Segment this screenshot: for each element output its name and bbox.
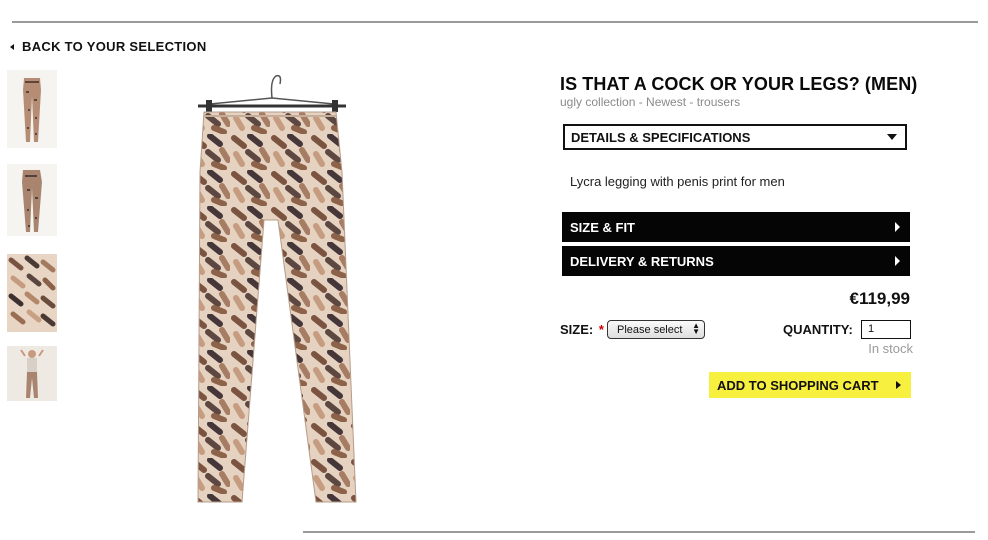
main-product-image <box>70 62 490 512</box>
bottom-divider <box>303 531 975 533</box>
thumbnail-print-detail[interactable] <box>7 254 57 332</box>
quantity-input[interactable]: 1 <box>861 320 911 339</box>
back-link-label: BACK TO YOUR SELECTION <box>22 39 207 54</box>
details-specifications-toggle[interactable]: DETAILS & SPECIFICATIONS <box>563 124 907 150</box>
size-fit-toggle[interactable]: SIZE & FIT <box>562 212 910 242</box>
chevron-right-icon <box>896 381 901 389</box>
stock-status: In stock <box>868 341 913 356</box>
select-arrows-icon: ▲ ▼ <box>692 321 700 336</box>
breadcrumb[interactable]: ugly collection - Newest - trousers <box>560 95 740 109</box>
required-asterisk: * <box>598 322 604 337</box>
add-to-cart-button[interactable]: ADD TO SHOPPING CART <box>709 372 911 398</box>
product-title: IS THAT A COCK OR YOUR LEGS? (MEN) <box>560 74 918 94</box>
thumbnail-leggings-back[interactable] <box>7 164 57 236</box>
chevron-right-icon <box>895 222 900 232</box>
back-to-selection-link[interactable]: BACK TO YOUR SELECTION <box>10 39 207 54</box>
details-label: DETAILS & SPECIFICATIONS <box>571 129 751 145</box>
top-divider <box>12 21 978 23</box>
size-label: SIZE: * <box>560 322 604 337</box>
size-label-text: SIZE: <box>560 322 594 337</box>
size-fit-label: SIZE & FIT <box>570 219 635 235</box>
chevron-left-icon <box>10 43 14 50</box>
product-description: Lycra legging with penis print for men <box>570 174 785 189</box>
delivery-returns-label: DELIVERY & RETURNS <box>570 253 714 269</box>
add-to-cart-label: ADD TO SHOPPING CART <box>717 377 879 393</box>
chevron-right-icon <box>895 256 900 266</box>
quantity-label: QUANTITY: <box>783 322 853 337</box>
size-select-value: Please select <box>617 323 683 336</box>
thumbnail-model-wearing[interactable] <box>7 346 57 401</box>
product-price: €119,99 <box>849 289 910 308</box>
delivery-returns-toggle[interactable]: DELIVERY & RETURNS <box>562 246 910 276</box>
size-select[interactable]: Please select ▲ ▼ <box>607 320 705 339</box>
thumbnail-leggings-front[interactable] <box>7 70 57 148</box>
chevron-down-icon <box>887 134 897 140</box>
